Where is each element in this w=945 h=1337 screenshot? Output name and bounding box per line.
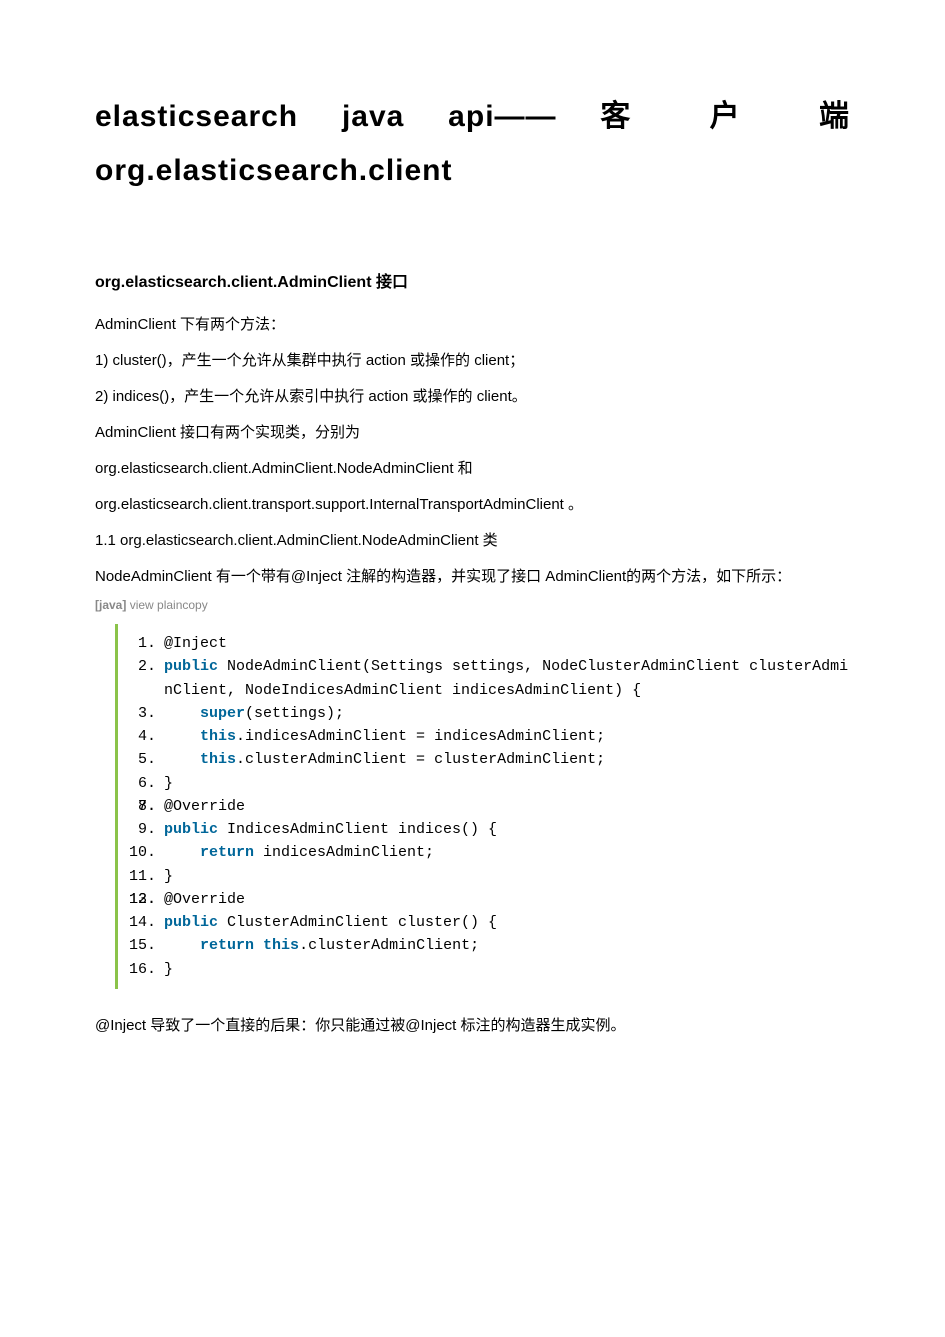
paragraph: AdminClient 接口有两个实现类，分别为 [95, 418, 850, 448]
code-token: (settings); [245, 705, 344, 722]
code-token: ClusterAdminClient cluster() { [218, 914, 497, 931]
code-token: indicesAdminClient; [254, 844, 434, 861]
paragraph: 1.1 org.elasticsearch.client.AdminClient… [95, 526, 850, 556]
code-line: } [126, 772, 850, 795]
code-line: } [126, 865, 850, 888]
code-line: } [126, 958, 850, 981]
code-token [254, 937, 263, 954]
code-token-keyword: return [200, 937, 254, 954]
paragraph: NodeAdminClient 有一个带有@Inject 注解的构造器，并实现了… [95, 562, 850, 592]
code-token: @Inject [164, 635, 227, 652]
code-line: public ClusterAdminClient cluster() { [126, 911, 850, 934]
code-token: .indicesAdminClient = indicesAdminClient… [236, 728, 605, 745]
code-token-keyword: public [164, 914, 218, 931]
code-token-keyword: this [200, 728, 236, 745]
code-token-keyword: return [200, 844, 254, 861]
code-token: } [164, 868, 173, 885]
code-line: public NodeAdminClient(Settings settings… [126, 655, 850, 702]
code-line: return this.clusterAdminClient; [126, 934, 850, 957]
code-token: } [164, 775, 173, 792]
code-line: @Override [126, 795, 850, 818]
code-meta: [java] view plaincopy [95, 598, 850, 612]
code-token: .clusterAdminClient; [299, 937, 479, 954]
code-lang-label: [java] [95, 598, 126, 612]
paragraph: org.elasticsearch.client.transport.suppo… [95, 490, 850, 520]
section-heading: org.elasticsearch.client.AdminClient 接口 [95, 268, 850, 292]
page-title: elasticsearch java api—— 客 户 端 org.elast… [95, 90, 850, 198]
code-token: } [164, 961, 173, 978]
code-line: @Override [126, 888, 850, 911]
code-token-keyword: this [263, 937, 299, 954]
code-line: public IndicesAdminClient indices() { [126, 818, 850, 841]
code-line: super(settings); [126, 702, 850, 725]
code-token: IndicesAdminClient indices() { [218, 821, 497, 838]
paragraph: 2) indices()，产生一个允许从索引中执行 action 或操作的 cl… [95, 382, 850, 412]
code-token-keyword: this [200, 751, 236, 768]
paragraph: 1) cluster()，产生一个允许从集群中执行 action 或操作的 cl… [95, 346, 850, 376]
paragraph: org.elasticsearch.client.AdminClient.Nod… [95, 454, 850, 484]
code-line: this.clusterAdminClient = clusterAdminCl… [126, 748, 850, 771]
code-token-keyword: public [164, 821, 218, 838]
code-token-keyword: public [164, 658, 218, 675]
code-line: return indicesAdminClient; [126, 841, 850, 864]
code-token: @Override [164, 798, 245, 815]
paragraph: AdminClient 下有两个方法： [95, 310, 850, 340]
code-token: NodeAdminClient(Settings settings, NodeC… [164, 658, 848, 698]
code-block: @Inject public NodeAdminClient(Settings … [115, 624, 850, 989]
code-line: @Inject [126, 632, 850, 655]
code-token: .clusterAdminClient = clusterAdminClient… [236, 751, 605, 768]
code-token-keyword: super [200, 705, 245, 722]
paragraph: @Inject 导致了一个直接的后果：你只能通过被@Inject 标注的构造器生… [95, 1011, 850, 1041]
code-view-plaincopy-link[interactable]: view plaincopy [126, 598, 207, 612]
code-line: this.indicesAdminClient = indicesAdminCl… [126, 725, 850, 748]
code-token: @Override [164, 891, 245, 908]
